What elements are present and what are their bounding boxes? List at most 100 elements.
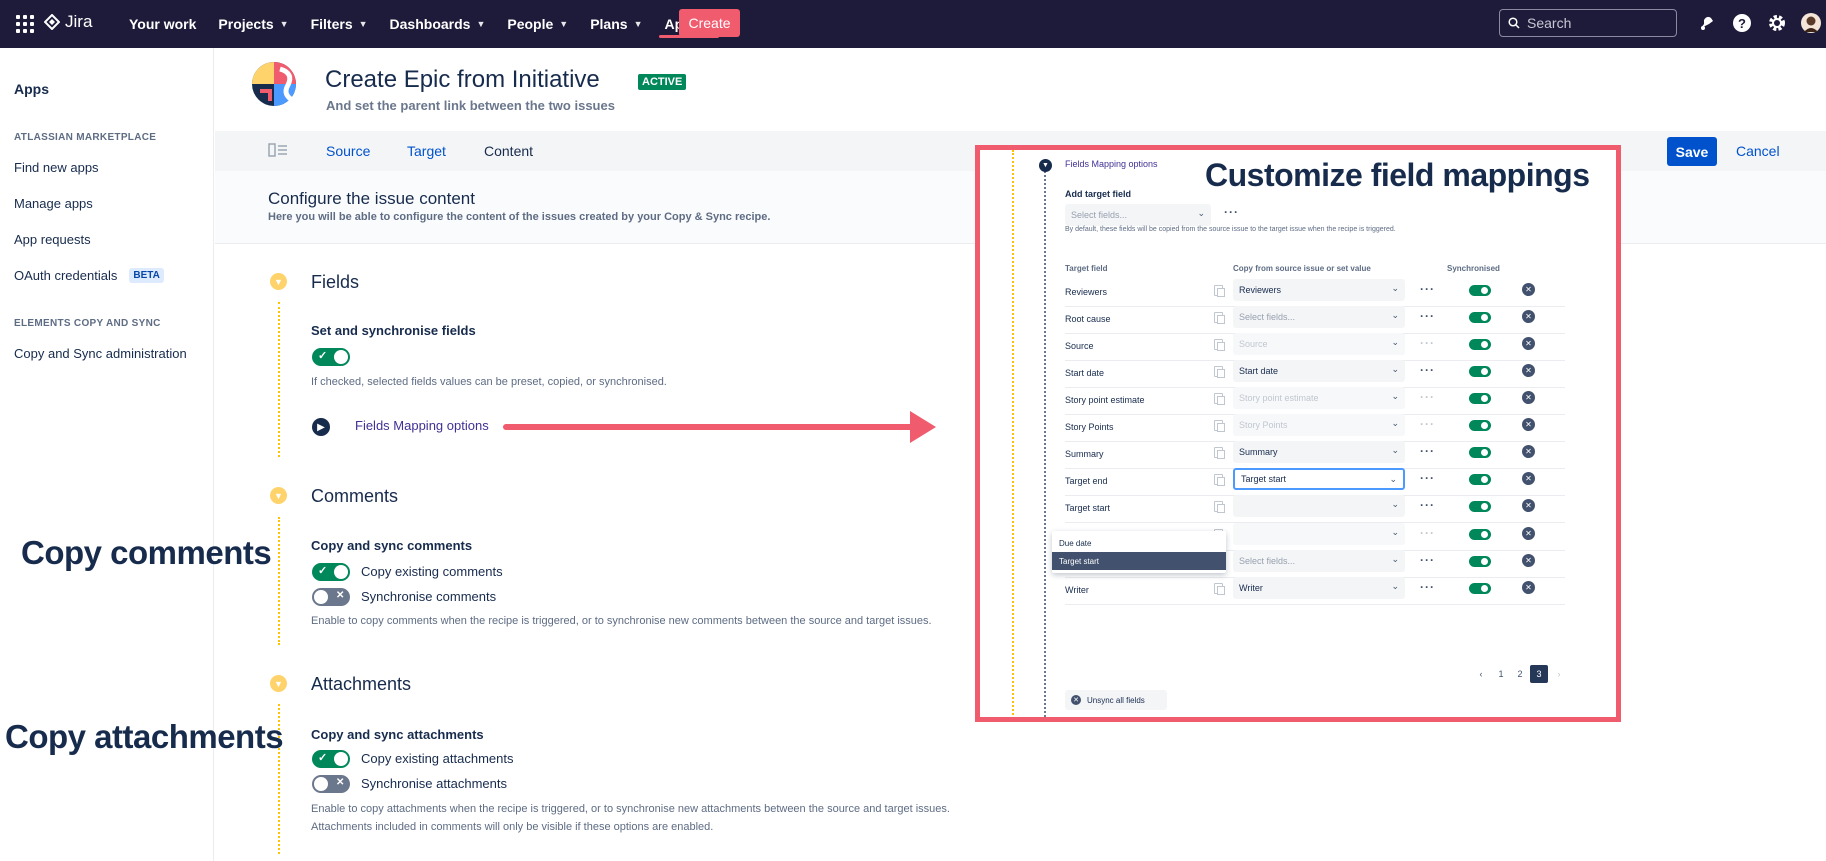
tab-target[interactable]: Target — [407, 143, 446, 159]
create-button[interactable]: Create — [679, 9, 740, 37]
source-value-select[interactable]: Start date ⌄ — [1233, 360, 1405, 382]
unsync-all-button[interactable]: ✕ Unsync all fields — [1065, 690, 1167, 710]
copy-icon[interactable] — [1214, 420, 1225, 432]
nav-item-plans[interactable]: Plans ▼ — [579, 0, 653, 48]
copy-icon[interactable] — [1214, 501, 1225, 513]
menu-option-due-date[interactable]: Due date — [1052, 534, 1226, 552]
remove-field-icon[interactable]: ✕ — [1522, 283, 1535, 296]
more-icon[interactable]: ··· — [1420, 498, 1435, 512]
search-input[interactable] — [1527, 15, 1667, 31]
sync-toggle[interactable] — [1469, 339, 1491, 350]
copy-icon[interactable] — [1214, 285, 1225, 297]
remove-field-icon[interactable]: ✕ — [1522, 581, 1535, 594]
nav-item-projects[interactable]: Projects ▼ — [207, 0, 299, 48]
avatar[interactable] — [1799, 11, 1823, 35]
sidebar-item-manage-apps[interactable]: Manage apps — [14, 196, 93, 211]
more-icon[interactable]: ··· — [1420, 553, 1435, 567]
tab-content[interactable]: Content — [484, 143, 533, 159]
copy-icon[interactable] — [1214, 339, 1225, 351]
callout-mapping-link[interactable]: Fields Mapping options — [1065, 159, 1158, 169]
jira-logo[interactable]: Jira — [44, 12, 92, 32]
copy-icon[interactable] — [1214, 583, 1225, 595]
more-icon[interactable]: ··· — [1420, 363, 1435, 377]
search-box[interactable] — [1499, 9, 1677, 37]
more-icon[interactable]: ··· — [1224, 205, 1239, 219]
remove-field-icon[interactable]: ✕ — [1522, 364, 1535, 377]
save-button[interactable]: Save — [1667, 137, 1717, 166]
sidebar-item-find-new-apps[interactable]: Find new apps — [14, 160, 99, 175]
more-icon[interactable]: ··· — [1420, 309, 1435, 323]
app-switcher-icon[interactable] — [16, 15, 34, 33]
sync-toggle[interactable] — [1469, 474, 1491, 485]
copy-icon[interactable] — [1214, 447, 1225, 459]
copy-icon[interactable] — [1214, 474, 1225, 486]
sync-toggle[interactable] — [1469, 312, 1491, 323]
attachments-collapse-icon[interactable]: ▼ — [270, 675, 287, 692]
chevron-down-icon[interactable]: ▼ — [1039, 159, 1052, 172]
more-icon[interactable]: ··· — [1420, 526, 1435, 540]
more-icon[interactable]: ··· — [1420, 444, 1435, 458]
copy-comments-toggle[interactable]: ✓ — [312, 563, 350, 581]
add-target-select[interactable]: Select fields... ⌄ — [1065, 204, 1211, 226]
sync-toggle[interactable] — [1469, 366, 1491, 377]
source-value-select[interactable]: ⌄ — [1233, 495, 1405, 517]
copy-icon[interactable] — [1214, 366, 1225, 378]
copy-attachments-toggle[interactable]: ✓ — [312, 750, 350, 768]
sync-comments-toggle[interactable]: ✕ — [312, 588, 350, 606]
pager-next-icon[interactable]: › — [1550, 665, 1568, 683]
notifications-icon[interactable] — [1695, 11, 1719, 35]
menu-option-target-start[interactable]: Target start — [1052, 552, 1226, 570]
nav-item-your-work[interactable]: Your work — [118, 0, 207, 48]
sync-toggle[interactable] — [1469, 556, 1491, 567]
settings-icon[interactable] — [1765, 11, 1789, 35]
sidebar-item-oauth-credentials[interactable]: OAuth credentials BETA — [14, 268, 164, 283]
sidebar-item-copy-sync-admin[interactable]: Copy and Sync administration — [14, 346, 187, 361]
copy-icon[interactable] — [1214, 312, 1225, 324]
nav-item-people[interactable]: People ▼ — [496, 0, 579, 48]
more-icon[interactable]: ··· — [1420, 336, 1435, 350]
set-sync-fields-toggle[interactable]: ✓ — [312, 348, 350, 366]
chevron-right-icon[interactable]: ▶ — [312, 418, 330, 436]
more-icon[interactable]: ··· — [1420, 417, 1435, 431]
source-value-select[interactable]: Select fields... ⌄ — [1233, 550, 1405, 572]
tab-source[interactable]: Source — [326, 143, 370, 159]
more-icon[interactable]: ··· — [1420, 390, 1435, 404]
sync-toggle[interactable] — [1469, 583, 1491, 594]
pager-page-1[interactable]: 1 — [1492, 665, 1510, 683]
pager-page-3[interactable]: 3 — [1530, 665, 1548, 683]
remove-field-icon[interactable]: ✕ — [1522, 391, 1535, 404]
nav-item-filters[interactable]: Filters ▼ — [300, 0, 379, 48]
remove-field-icon[interactable]: ✕ — [1522, 337, 1535, 350]
sidebar-toggle-icon[interactable] — [268, 142, 288, 158]
sync-toggle[interactable] — [1469, 501, 1491, 512]
fields-collapse-icon[interactable]: ▼ — [270, 273, 287, 290]
sync-attachments-toggle[interactable]: ✕ — [312, 775, 350, 793]
cancel-button[interactable]: Cancel — [1736, 143, 1780, 159]
source-value-select[interactable]: Reviewers ⌄ — [1233, 279, 1405, 301]
sync-toggle[interactable] — [1469, 420, 1491, 431]
remove-field-icon[interactable]: ✕ — [1522, 527, 1535, 540]
remove-field-icon[interactable]: ✕ — [1522, 499, 1535, 512]
fields-mapping-link[interactable]: Fields Mapping options — [355, 418, 489, 433]
copy-icon[interactable] — [1214, 393, 1225, 405]
remove-field-icon[interactable]: ✕ — [1522, 472, 1535, 485]
help-icon[interactable]: ? — [1730, 11, 1754, 35]
pager-prev-icon[interactable]: ‹ — [1472, 665, 1490, 683]
remove-field-icon[interactable]: ✕ — [1522, 445, 1535, 458]
more-icon[interactable]: ··· — [1420, 471, 1435, 485]
remove-field-icon[interactable]: ✕ — [1522, 554, 1535, 567]
sidebar-item-app-requests[interactable]: App requests — [14, 232, 91, 247]
sync-toggle[interactable] — [1469, 529, 1491, 540]
comments-collapse-icon[interactable]: ▼ — [270, 487, 287, 504]
source-value-select[interactable]: Select fields... ⌄ — [1233, 306, 1405, 328]
nav-item-dashboards[interactable]: Dashboards ▼ — [379, 0, 497, 48]
sync-toggle[interactable] — [1469, 393, 1491, 404]
pager-page-2[interactable]: 2 — [1511, 665, 1529, 683]
source-value-select[interactable]: Target start ⌄ — [1233, 468, 1405, 490]
more-icon[interactable]: ··· — [1420, 580, 1435, 594]
source-value-select[interactable]: Writer ⌄ — [1233, 577, 1405, 599]
source-value-select[interactable]: Summary ⌄ — [1233, 441, 1405, 463]
sync-toggle[interactable] — [1469, 447, 1491, 458]
remove-field-icon[interactable]: ✕ — [1522, 418, 1535, 431]
remove-field-icon[interactable]: ✕ — [1522, 310, 1535, 323]
